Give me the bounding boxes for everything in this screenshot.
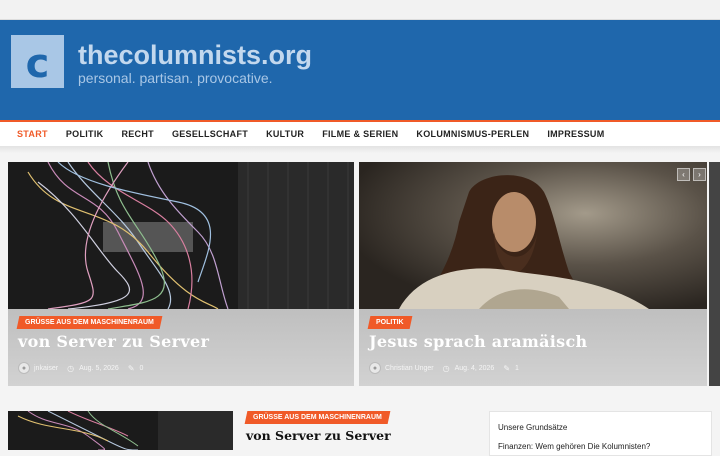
nav-item-kolumnismus-perlen[interactable]: KOLUMNISMUS-PERLEN [407, 129, 538, 139]
slider-controls: ‹ › [674, 168, 706, 181]
sidebar-widget: Unsere Grundsätze Finanzen: Wem gehören … [489, 411, 712, 456]
clock-icon: ◷ [442, 363, 450, 373]
nav-item-politik[interactable]: POLITIK [57, 129, 113, 139]
category-badge[interactable]: POLITIK [367, 316, 413, 329]
slide-jesus[interactable]: POLITIK Jesus sprach aramäisch ● Christi… [359, 162, 707, 386]
site-header: c thecolumnists.org personal. partisan. … [0, 20, 720, 120]
avatar[interactable]: ● [369, 362, 381, 374]
post-title[interactable]: von Server zu Server [246, 428, 391, 443]
post-date: Aug. 5, 2026 [79, 364, 119, 372]
slide-server[interactable]: GRÜSSE AUS DEM MASCHINENRAUM von Server … [8, 162, 354, 386]
comment-count[interactable]: 0 [140, 365, 144, 372]
main-nav: START POLITIK RECHT GESELLSCHAFT KULTUR … [0, 122, 720, 147]
slide-title[interactable]: Jesus sprach aramäisch [369, 332, 587, 351]
server-rack-image [8, 162, 354, 310]
slide-next-peek[interactable] [709, 162, 720, 386]
slider-prev-button[interactable]: ‹ [677, 168, 690, 181]
slide-image-server-rack[interactable] [8, 162, 354, 310]
post-thumbnail[interactable] [8, 411, 233, 450]
post-meta: ● jnkaiser ◷ Aug. 5, 2026 ✎ 0 [18, 362, 143, 374]
category-label: GRÜSSE AUS DEM MASCHINENRAUM [25, 319, 154, 326]
slide-image-jesus[interactable] [359, 162, 707, 309]
clock-icon: ◷ [67, 363, 75, 373]
nav-item-kultur[interactable]: KULTUR [257, 129, 313, 139]
nav-item-start[interactable]: START [8, 129, 57, 139]
author-name[interactable]: Christian Unger [385, 365, 434, 372]
logo-letter: c [25, 40, 50, 87]
avatar[interactable]: ● [18, 362, 30, 374]
top-bar [0, 0, 720, 20]
server-rack-thumbnail [8, 411, 233, 450]
slider-next-button[interactable]: › [693, 168, 706, 181]
post-category-badge[interactable]: GRÜSSE AUS DEM MASCHINENRAUM [244, 411, 391, 424]
nav-item-impressum[interactable]: IMPRESSUM [538, 129, 613, 139]
category-badge[interactable]: GRÜSSE AUS DEM MASCHINENRAUM [16, 316, 163, 329]
jesus-portrait-image [359, 162, 707, 309]
nav-item-filme-serien[interactable]: FILME & SERIEN [313, 129, 407, 139]
post-date: Aug. 4, 2026 [454, 364, 495, 372]
site-title[interactable]: thecolumnists.org [78, 40, 312, 71]
nav-shadow [0, 147, 720, 153]
slide-title[interactable]: von Server zu Server [18, 332, 209, 351]
site-tagline: personal. partisan. provocative. [78, 70, 273, 86]
post-category-label: GRÜSSE AUS DEM MASCHINENRAUM [253, 414, 382, 421]
nav-item-recht[interactable]: RECHT [112, 129, 163, 139]
category-label: POLITIK [376, 319, 404, 326]
comment-count[interactable]: 1 [515, 365, 519, 372]
post-meta: ● Christian Unger ◷ Aug. 4, 2026 ✎ 1 [369, 362, 519, 374]
site-logo[interactable]: c [11, 35, 64, 88]
author-name[interactable]: jnkaiser [34, 365, 58, 372]
chevron-right-icon: › [698, 170, 701, 179]
comment-icon: ✎ [127, 363, 135, 373]
comment-icon: ✎ [503, 363, 511, 373]
nav-item-gesellschaft[interactable]: GESELLSCHAFT [163, 129, 257, 139]
widget-link-grundsaetze[interactable]: Unsere Grundsätze [498, 423, 567, 432]
chevron-left-icon: ‹ [682, 170, 685, 179]
